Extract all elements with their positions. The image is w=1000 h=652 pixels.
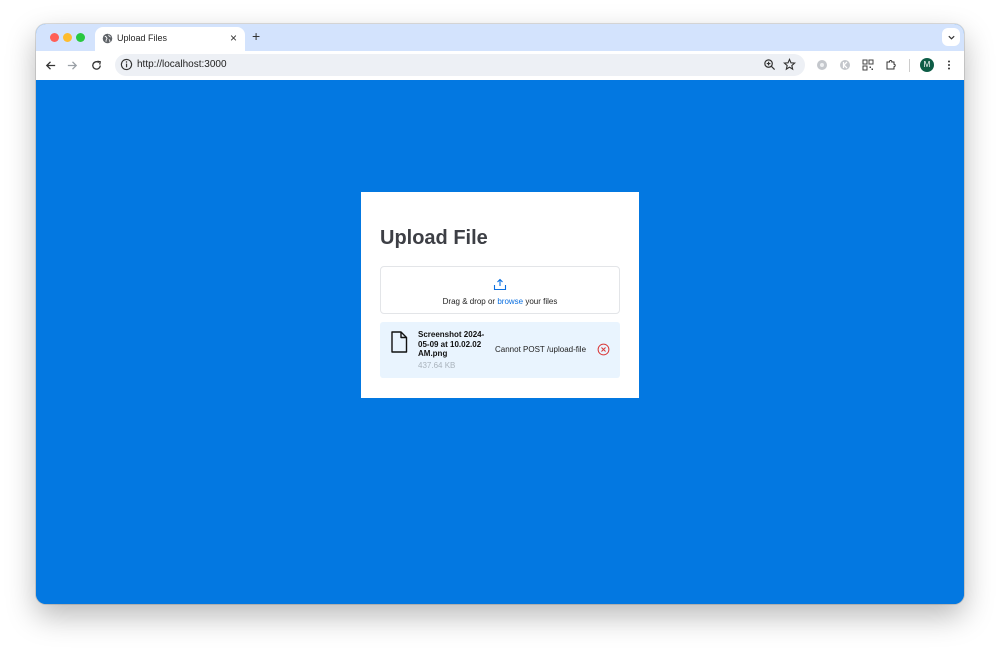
extension-icon[interactable] <box>816 59 828 71</box>
browser-window: Upload Files × + http://localhost:3000 M… <box>36 24 964 604</box>
minimize-window-button[interactable] <box>63 33 72 42</box>
dropzone-instructions: Drag & drop or browse your files <box>381 297 619 306</box>
forward-arrow-icon[interactable] <box>66 59 79 72</box>
file-size: 437.64 KB <box>418 361 456 370</box>
browser-toolbar: http://localhost:3000 M <box>36 51 964 80</box>
tab-close-button[interactable]: × <box>230 31 237 45</box>
drop-suffix-text: your files <box>523 297 558 306</box>
drop-prefix-text: Drag & drop or <box>442 297 498 306</box>
upload-card: Upload File Drag & drop or browse your f… <box>361 192 639 398</box>
upload-error-message: Cannot POST /upload-file <box>495 345 587 354</box>
globe-icon <box>102 33 113 44</box>
page-title: Upload File <box>380 227 488 249</box>
bookmark-star-icon[interactable] <box>783 58 796 71</box>
chevron-down-icon <box>947 35 955 40</box>
url-text[interactable]: http://localhost:3000 <box>137 59 227 70</box>
error-circle-x-icon[interactable] <box>597 343 610 356</box>
zoom-icon[interactable] <box>763 58 776 71</box>
address-bar[interactable]: http://localhost:3000 <box>115 54 805 76</box>
tab-upload-files[interactable]: Upload Files × <box>95 27 245 51</box>
qr-code-icon[interactable] <box>862 59 874 71</box>
puzzle-extensions-icon[interactable] <box>885 59 897 71</box>
new-tab-button[interactable]: + <box>252 29 260 43</box>
tab-search-button[interactable] <box>942 28 960 46</box>
file-dropzone[interactable]: Drag & drop or browse your files <box>380 266 620 314</box>
page-content: Upload File Drag & drop or browse your f… <box>36 80 964 604</box>
extension-k-icon[interactable] <box>839 59 851 71</box>
site-info-icon[interactable] <box>120 58 133 71</box>
tab-title: Upload Files <box>117 33 168 43</box>
uploaded-file-item: Screenshot 2024-05-09 at 10.02.02 AM.png… <box>380 322 620 378</box>
kebab-menu-icon[interactable] <box>943 59 955 71</box>
toolbar-separator <box>909 59 910 72</box>
reload-icon[interactable] <box>90 59 103 72</box>
close-window-button[interactable] <box>50 33 59 42</box>
tab-strip: Upload Files × + <box>36 24 964 51</box>
back-arrow-icon[interactable] <box>44 59 57 72</box>
file-icon <box>391 331 408 353</box>
profile-avatar[interactable]: M <box>920 58 934 72</box>
maximize-window-button[interactable] <box>76 33 85 42</box>
upload-icon <box>493 278 507 291</box>
browse-link[interactable]: browse <box>497 297 523 306</box>
file-name: Screenshot 2024-05-09 at 10.02.02 AM.png <box>418 330 485 358</box>
